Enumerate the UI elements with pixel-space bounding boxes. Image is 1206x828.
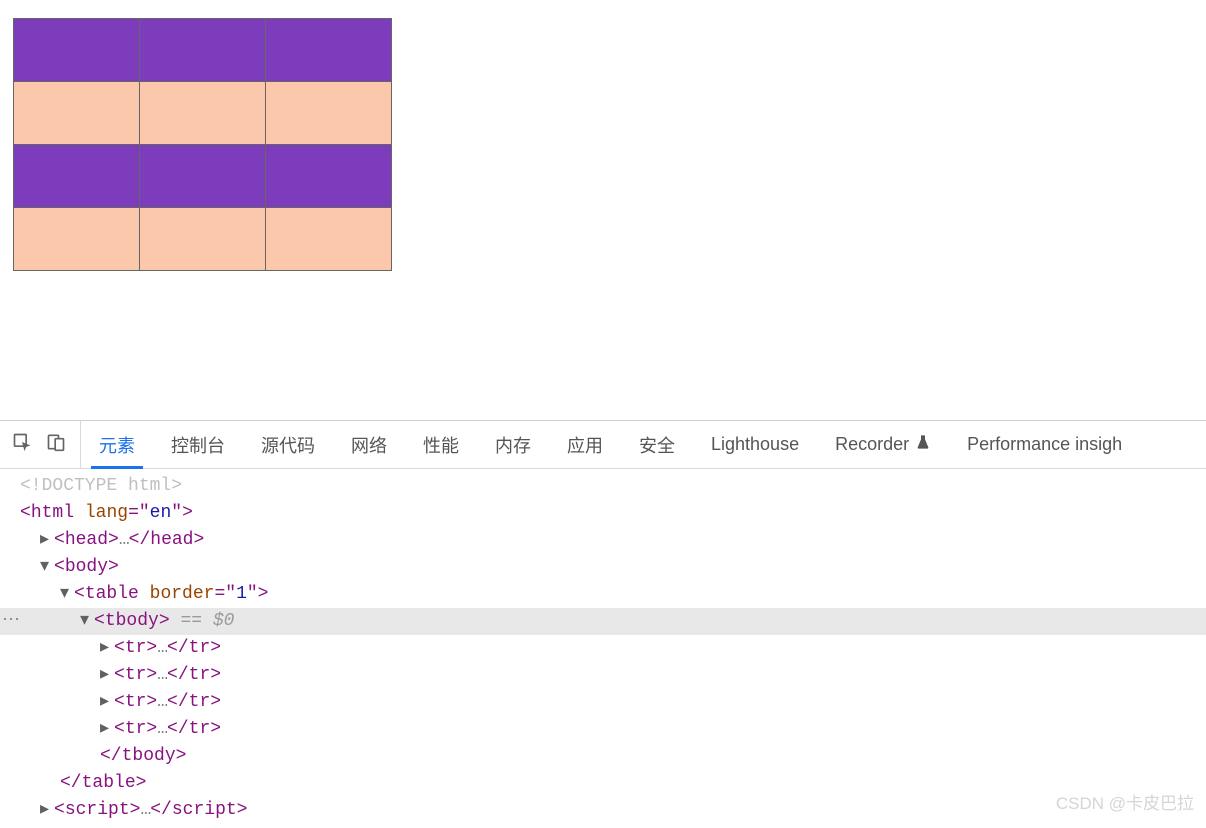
- table-row: [14, 208, 392, 271]
- devtools-panel: 元素 控制台 源代码 网络 性能 内存 应用 安全 Lighthouse Rec…: [0, 420, 1206, 828]
- tab-elements[interactable]: 元素: [81, 421, 153, 468]
- script-node[interactable]: <script>…</script>: [0, 797, 1206, 824]
- expand-arrow-icon[interactable]: [100, 716, 110, 743]
- table-node[interactable]: <table border="1">: [0, 581, 1206, 608]
- rendered-page: [0, 0, 1206, 271]
- elements-dom-tree[interactable]: <!DOCTYPE html> <html lang="en"> <head>……: [0, 469, 1206, 828]
- tab-memory[interactable]: 内存: [477, 421, 549, 468]
- body-node[interactable]: <body>: [0, 554, 1206, 581]
- more-actions-icon[interactable]: ⋯: [2, 608, 22, 635]
- tab-performance-insights[interactable]: Performance insigh: [949, 421, 1140, 468]
- expand-arrow-icon[interactable]: [100, 662, 110, 689]
- head-node[interactable]: <head>…</head>: [0, 527, 1206, 554]
- table-row: [14, 82, 392, 145]
- watermark-text: CSDN @卡皮巴拉: [1056, 789, 1194, 814]
- tbody-node-selected[interactable]: ⋯<tbody> == $0: [0, 608, 1206, 635]
- device-toggle-icon[interactable]: [46, 432, 66, 457]
- tr-node[interactable]: <tr>…</tr>: [0, 662, 1206, 689]
- demo-table: [13, 18, 392, 271]
- expand-arrow-icon[interactable]: [40, 527, 50, 554]
- collapse-arrow-icon[interactable]: [40, 554, 50, 581]
- tr-node[interactable]: <tr>…</tr>: [0, 716, 1206, 743]
- expand-arrow-icon[interactable]: [100, 689, 110, 716]
- flask-icon: [915, 434, 931, 455]
- tab-console[interactable]: 控制台: [153, 421, 243, 468]
- doctype-node[interactable]: <!DOCTYPE html>: [0, 473, 1206, 500]
- tr-node[interactable]: <tr>…</tr>: [0, 689, 1206, 716]
- tbody-close-node[interactable]: </tbody>: [0, 743, 1206, 770]
- expand-arrow-icon[interactable]: [100, 635, 110, 662]
- expand-arrow-icon[interactable]: [40, 797, 50, 824]
- tab-security[interactable]: 安全: [621, 421, 693, 468]
- tr-node[interactable]: <tr>…</tr>: [0, 635, 1206, 662]
- tab-performance[interactable]: 性能: [405, 421, 477, 468]
- tab-sources[interactable]: 源代码: [243, 421, 333, 468]
- table-close-node[interactable]: </table>: [0, 770, 1206, 797]
- devtools-tabbar: 元素 控制台 源代码 网络 性能 内存 应用 安全 Lighthouse Rec…: [0, 421, 1206, 469]
- table-row: [14, 145, 392, 208]
- tab-application[interactable]: 应用: [549, 421, 621, 468]
- table-row: [14, 19, 392, 82]
- inspect-icon[interactable]: [12, 432, 32, 457]
- html-node[interactable]: <html lang="en">: [0, 500, 1206, 527]
- tab-network[interactable]: 网络: [333, 421, 405, 468]
- tab-recorder[interactable]: Recorder: [817, 421, 949, 468]
- collapse-arrow-icon[interactable]: [80, 608, 90, 635]
- tab-lighthouse[interactable]: Lighthouse: [693, 421, 817, 468]
- devtools-tabs: 元素 控制台 源代码 网络 性能 内存 应用 安全 Lighthouse Rec…: [81, 421, 1140, 468]
- collapse-arrow-icon[interactable]: [60, 581, 70, 608]
